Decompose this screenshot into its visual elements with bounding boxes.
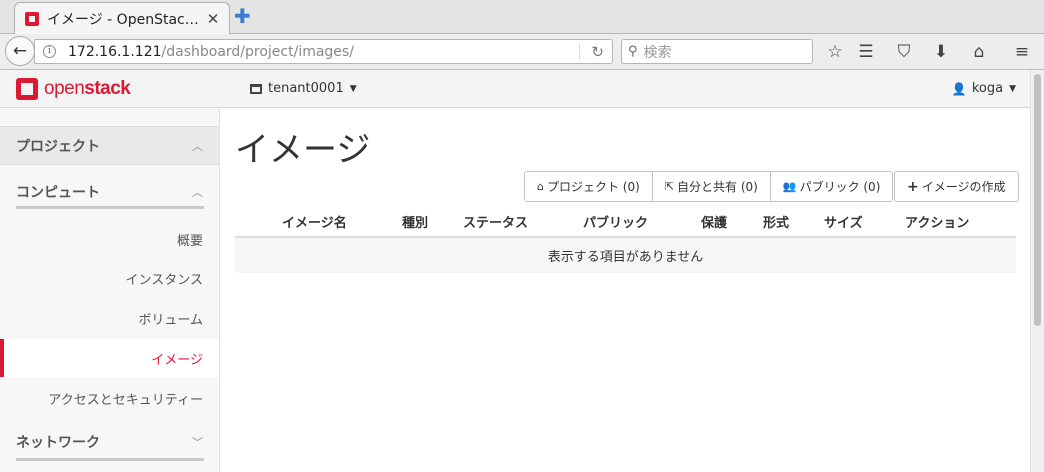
images-table: イメージ名 種別 ステータス パブリック 保護 形式 サイズ アクション 表示す… — [235, 206, 1016, 273]
column-header-public[interactable]: パブリック — [583, 212, 648, 231]
openstack-logo[interactable]: open stack — [16, 78, 131, 100]
sidebar-section-label: ネットワーク — [16, 435, 100, 451]
sidebar-item-label: アクセスとセキュリティー — [48, 392, 203, 408]
bookmark-star-icon[interactable]: ☆ — [824, 42, 846, 62]
sidebar-item-volumes[interactable]: ボリューム — [0, 299, 219, 337]
filter-public-label: パブリック (0) — [799, 180, 881, 194]
create-image-label: イメージの作成 — [921, 180, 1006, 194]
reader-icon[interactable]: ☰ — [855, 42, 877, 62]
filter-project-label: プロジェクト (0) — [546, 180, 640, 194]
filter-public-button[interactable]: 👥 パブリック (0) — [771, 172, 893, 201]
browser-tab[interactable]: イメージ - OpenStac… ✕ — [14, 2, 230, 34]
url-host: 172.16.1.121 — [68, 43, 162, 60]
search-bar[interactable]: ⚲ 検索 — [621, 39, 813, 64]
column-header-name[interactable]: イメージ名 — [282, 212, 347, 231]
home-icon[interactable]: ⌂ — [968, 42, 990, 62]
empty-message: 表示する項目がありません — [547, 250, 704, 265]
sidebar-item-overview[interactable]: 概要 — [0, 220, 219, 258]
table-empty-row: 表示する項目がありません — [235, 238, 1016, 273]
filter-project-button[interactable]: ⌂ プロジェクト (0) — [525, 172, 653, 201]
project-icon — [250, 83, 262, 94]
pocket-icon[interactable]: ⛉ — [893, 42, 915, 62]
column-header-type[interactable]: 種別 — [402, 212, 428, 231]
sidebar-section-network[interactable]: ネットワーク ﹀ — [0, 426, 219, 458]
search-placeholder: 検索 — [643, 44, 672, 61]
sidebar-item-label: 概要 — [176, 233, 203, 249]
sidebar-section-compute[interactable]: コンピュート ︿ — [0, 176, 219, 208]
openstack-logo-icon — [16, 78, 38, 100]
filter-shared-label: 自分と共有 (0) — [677, 180, 758, 194]
sidebar-divider — [16, 206, 204, 209]
sidebar-section-label: コンピュート — [16, 185, 100, 201]
browser-nav-bar: i 172.16.1.121/dashboard/project/images/… — [0, 34, 1044, 70]
sidebar-item-label: ボリューム — [138, 312, 203, 328]
url-bar[interactable]: i 172.16.1.121/dashboard/project/images/… — [34, 39, 613, 64]
chevron-up-icon: ︿ — [192, 139, 203, 153]
sidebar-item-access-security[interactable]: アクセスとセキュリティー — [0, 379, 219, 417]
close-tab-icon[interactable]: ✕ — [205, 10, 221, 28]
image-filter-group: ⌂ プロジェクト (0) ⇱ 自分と共有 (0) 👥 パブリック (0) — [524, 171, 894, 202]
sidebar-item-instances[interactable]: インスタンス — [0, 259, 219, 297]
column-header-actions: アクション — [905, 216, 970, 231]
user-icon: 👤 — [951, 81, 967, 96]
column-header-status[interactable]: ステータス — [463, 212, 528, 231]
download-icon[interactable]: ⬇ — [930, 42, 952, 62]
logo-text-stack: stack — [84, 78, 131, 99]
column-header-size[interactable]: サイズ — [824, 212, 863, 231]
home-small-icon: ⌂ — [537, 180, 544, 193]
url-path: /dashboard/project/images/ — [161, 43, 354, 60]
project-name: tenant0001 — [268, 81, 344, 96]
browser-tab-bar: イメージ - OpenStac… ✕ ✚ — [0, 0, 1044, 34]
back-button[interactable]: ← — [5, 36, 35, 66]
openstack-header: open stack tenant0001 ▼ 👤 koga ▼ — [0, 70, 1030, 108]
reload-icon[interactable]: ↻ — [591, 43, 604, 61]
search-icon: ⚲ — [628, 44, 638, 59]
menu-icon[interactable]: ≡ — [1011, 42, 1033, 62]
create-image-button[interactable]: + イメージの作成 — [894, 171, 1019, 202]
sidebar: プロジェクト ︿ コンピュート ︿ 概要 インスタンス ボリューム イメージ ア… — [0, 108, 220, 472]
sidebar-section-label: プロジェクト — [16, 138, 100, 155]
filter-shared-button[interactable]: ⇱ 自分と共有 (0) — [653, 172, 771, 201]
project-switcher[interactable]: tenant0001 ▼ — [250, 81, 357, 96]
users-icon: 👥 — [782, 180, 797, 193]
share-icon: ⇱ — [664, 180, 675, 193]
info-icon[interactable]: i — [43, 45, 56, 58]
user-name: koga — [971, 81, 1004, 96]
table-header: イメージ名 種別 ステータス パブリック 保護 形式 サイズ アクション — [235, 206, 1016, 238]
sidebar-section-project[interactable]: プロジェクト ︿ — [0, 126, 219, 165]
sidebar-divider — [16, 458, 204, 461]
caret-down-icon: ▼ — [1009, 83, 1016, 94]
tab-title: イメージ - OpenStac… — [47, 11, 199, 28]
chevron-down-icon: ﹀ — [192, 436, 203, 449]
sidebar-item-label: インスタンス — [125, 272, 203, 288]
column-header-format[interactable]: 形式 — [763, 212, 789, 231]
sidebar-item-images[interactable]: イメージ — [0, 339, 219, 377]
openstack-favicon-icon — [25, 11, 39, 26]
user-menu[interactable]: 👤 koga ▼ — [952, 81, 1016, 96]
page-title: イメージ — [235, 130, 371, 170]
sidebar-item-label: イメージ — [151, 352, 203, 368]
plus-icon: + — [907, 178, 919, 195]
new-tab-icon[interactable]: ✚ — [234, 6, 251, 26]
chevron-up-icon: ︿ — [192, 186, 203, 199]
column-header-protected[interactable]: 保護 — [701, 212, 727, 231]
page-scrollbar[interactable] — [1030, 70, 1044, 472]
url-separator — [579, 43, 580, 60]
main-content: イメージ ⌂ プロジェクト (0) ⇱ 自分と共有 (0) 👥 パブリック (0… — [220, 108, 1030, 472]
scrollbar-thumb[interactable] — [1034, 74, 1041, 326]
back-arrow-icon: ← — [12, 41, 28, 61]
logo-text-open: open — [44, 78, 85, 99]
caret-down-icon: ▼ — [349, 83, 357, 94]
